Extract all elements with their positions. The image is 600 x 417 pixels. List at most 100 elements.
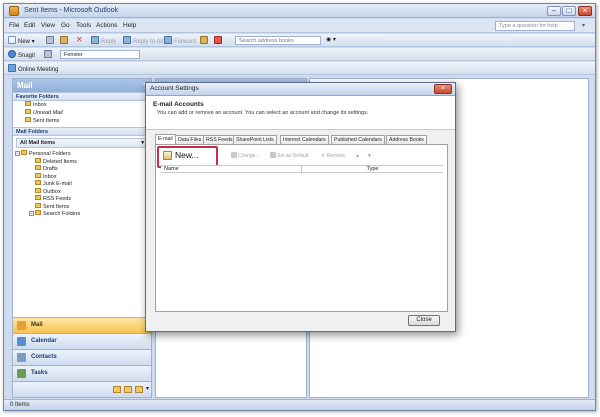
maximize-button[interactable]: □	[562, 6, 576, 16]
folder-search-folders[interactable]: + Search Folders	[13, 210, 151, 218]
chevron-down-icon: ▾	[141, 140, 144, 146]
folder-drafts[interactable]: Drafts	[13, 165, 151, 173]
favorite-sent-items[interactable]: Sent Items	[13, 117, 151, 125]
mail-folders-header[interactable]: Mail Folders	[13, 127, 151, 136]
notes-icon[interactable]	[113, 386, 121, 393]
tab-published-calendars[interactable]: Published Calendars	[331, 135, 385, 144]
menu-help[interactable]: Help	[123, 22, 136, 29]
help-button[interactable]: ◉ ▾	[326, 36, 336, 45]
menu-tools[interactable]: Tools	[76, 22, 91, 29]
column-name[interactable]: Name	[164, 166, 179, 173]
nav-button-contacts[interactable]: Contacts	[13, 349, 151, 365]
status-text: 0 Items	[10, 402, 30, 408]
new-account-icon	[163, 151, 172, 160]
menu-view[interactable]: View	[41, 22, 55, 29]
delete-icon: ✕	[76, 35, 83, 44]
remove-x-icon: ✕	[321, 153, 326, 159]
nav-button-mail[interactable]: Mail	[13, 317, 151, 333]
checkmark-icon	[270, 152, 276, 158]
personal-folders-icon	[21, 150, 27, 155]
tab-sharepoint-lists[interactable]: SharePoint Lists	[233, 135, 277, 144]
address-book-search-input[interactable]: Search address books	[235, 36, 321, 45]
account-settings-dialog: Account Settings × E-mail Accounts You c…	[145, 82, 456, 332]
categorize-icon	[200, 36, 208, 44]
capture-mode-select[interactable]: Fenster	[60, 50, 140, 59]
dialog-title: Account Settings	[150, 85, 199, 92]
snagit-button[interactable]: Snagit	[8, 50, 35, 59]
move-button[interactable]	[60, 36, 70, 45]
set-default-button[interactable]: Set as Default	[270, 152, 308, 160]
tasks-icon	[17, 369, 26, 378]
nav-buttons: Mail Calendar Contacts Tasks	[13, 317, 151, 381]
shortcuts-icon[interactable]	[135, 386, 143, 393]
favorite-inbox[interactable]: Inbox	[13, 101, 151, 109]
forward-button[interactable]: Forward	[164, 36, 196, 45]
help-search-input[interactable]: Type a question for help	[495, 21, 575, 31]
reply-all-icon	[123, 36, 131, 44]
reply-all-button[interactable]: Reply to All	[123, 36, 163, 45]
menu-actions[interactable]: Actions	[96, 22, 117, 29]
folder-inbox[interactable]: Inbox	[13, 172, 151, 181]
tab-data-files[interactable]: Data Files	[175, 135, 205, 144]
expand-icon[interactable]: +	[29, 211, 34, 216]
dialog-close-icon[interactable]: ×	[434, 84, 452, 94]
favorite-folders-header[interactable]: Favorite Folders	[13, 92, 151, 101]
tab-rss-feeds[interactable]: RSS Feeds	[203, 135, 236, 144]
print-button[interactable]	[46, 36, 56, 45]
snagit-icon	[8, 50, 16, 58]
meeting-toolbar: Online Meeting	[4, 62, 595, 75]
delete-button[interactable]: ✕	[76, 36, 85, 45]
tab-address-books[interactable]: Address Books	[386, 135, 427, 144]
configure-buttons-icon[interactable]: ▾	[146, 385, 149, 392]
navigation-pane: Mail « Favorite Folders Inbox Unread Mai…	[12, 78, 152, 398]
menu-bar: File Edit View Go Tools Actions Help Typ…	[4, 19, 595, 33]
collapse-icon[interactable]: −	[15, 151, 20, 156]
menu-file[interactable]: File	[9, 22, 19, 29]
remove-button[interactable]: ✕ Remove	[321, 152, 345, 160]
close-icon[interactable]: ×	[578, 6, 592, 16]
move-up-button[interactable]: ▲	[355, 152, 360, 160]
followup-button[interactable]	[214, 36, 224, 45]
snagit-settings-button[interactable]	[44, 50, 54, 59]
folder-junk-email[interactable]: Junk E-mail	[13, 180, 151, 188]
column-type[interactable]: Type	[301, 166, 443, 173]
favorite-unread-mail[interactable]: Unread Mail	[13, 109, 151, 117]
folder-outbox[interactable]: Outbox	[13, 187, 151, 196]
snagit-toolbar: Snagit Fenster	[4, 48, 595, 61]
dialog-title-bar: Account Settings ×	[146, 83, 455, 96]
nav-button-calendar[interactable]: Calendar	[13, 333, 151, 349]
folder-deleted-items[interactable]: Deleted Items	[13, 157, 151, 166]
minimize-button[interactable]: –	[547, 6, 561, 16]
tab-internet-calendars[interactable]: Internet Calendars	[280, 135, 329, 144]
reply-icon	[91, 36, 99, 44]
new-mail-button[interactable]: New ▾	[8, 36, 35, 45]
categorize-button[interactable]	[200, 36, 210, 45]
dialog-heading: E-mail Accounts	[153, 101, 204, 108]
inbox-icon	[35, 172, 41, 178]
personal-folders[interactable]: − Personal Folders	[13, 150, 151, 158]
rss-feeds-icon	[35, 195, 41, 200]
new-account-button[interactable]: New...	[161, 149, 202, 162]
close-button[interactable]: Close	[408, 315, 440, 326]
move-to-folder-icon	[60, 36, 68, 44]
move-down-button[interactable]: ▼	[367, 152, 372, 160]
status-bar: 0 Items	[4, 399, 595, 410]
online-meeting-button[interactable]: Online Meeting	[8, 64, 58, 73]
nav-button-tasks[interactable]: Tasks	[13, 365, 151, 381]
change-button[interactable]: Change...	[231, 152, 260, 160]
tab-email[interactable]: E-mail	[155, 134, 176, 144]
forward-icon	[164, 36, 172, 44]
folder-list-icon[interactable]	[124, 386, 132, 393]
menu-edit[interactable]: Edit	[24, 22, 35, 29]
folder-sent-items[interactable]: Sent Items	[13, 202, 151, 211]
all-mail-items-select[interactable]: All Mail Items ▾	[16, 138, 148, 148]
folder-rss-feeds[interactable]: RSS Feeds	[13, 195, 151, 203]
account-toolbar: New... Change... Set as Default ✕ Remove…	[157, 146, 443, 168]
capture-profile-icon	[44, 50, 52, 58]
new-mail-icon	[8, 36, 16, 44]
nav-shortcut-bar: ▾	[13, 381, 151, 397]
reply-button[interactable]: Reply	[91, 36, 116, 45]
inbox-folder-icon	[25, 101, 31, 106]
chevron-down-icon[interactable]: ▾	[582, 22, 585, 29]
menu-go[interactable]: Go	[61, 22, 70, 29]
